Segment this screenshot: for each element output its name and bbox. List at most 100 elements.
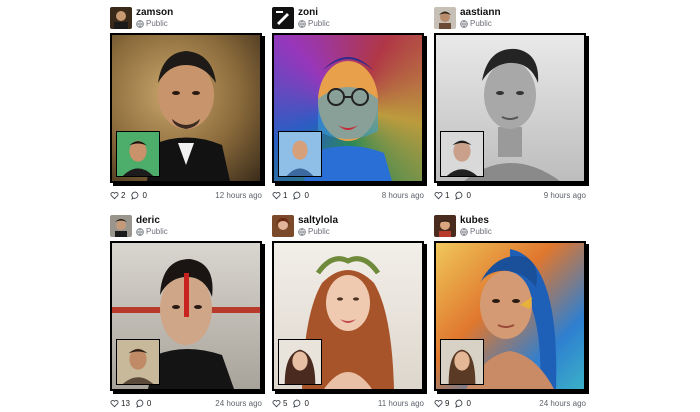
heart-icon bbox=[272, 191, 281, 199]
comment-count: 0 bbox=[304, 190, 309, 200]
like-count: 1 bbox=[283, 190, 288, 200]
post-timestamp: 24 hours ago bbox=[215, 398, 262, 408]
comment-button[interactable]: 0 bbox=[293, 190, 309, 200]
visibility-label: Public bbox=[146, 227, 168, 236]
comment-count: 0 bbox=[146, 398, 152, 408]
username[interactable]: zoni bbox=[298, 8, 330, 18]
post-stats: 1 0 9 hours ago bbox=[434, 186, 586, 204]
comment-button[interactable]: 0 bbox=[293, 398, 309, 408]
heart-icon bbox=[110, 399, 119, 407]
source-photo-thumbnail[interactable] bbox=[440, 131, 484, 177]
visibility-status: Public bbox=[298, 20, 330, 28]
post-stats: 1 0 8 hours ago bbox=[272, 186, 424, 204]
like-button[interactable]: 1 bbox=[272, 191, 287, 200]
visibility-status: Public bbox=[136, 228, 168, 236]
comment-button[interactable]: 0 bbox=[455, 190, 471, 200]
comment-count: 0 bbox=[304, 398, 309, 408]
visibility-label: Public bbox=[146, 19, 168, 28]
visibility-status: Public bbox=[298, 228, 338, 236]
heart-icon bbox=[272, 399, 281, 407]
heart-icon bbox=[434, 399, 443, 407]
username[interactable]: saltylola bbox=[298, 216, 338, 226]
post-card[interactable]: zamson Public 2 0 12 hours ago bbox=[110, 4, 262, 204]
post-timestamp: 11 hours ago bbox=[377, 398, 424, 408]
like-button[interactable]: 2 bbox=[110, 191, 125, 200]
globe-icon bbox=[460, 20, 468, 28]
like-button[interactable]: 1 bbox=[434, 191, 449, 200]
post-grid: zamson Public 2 0 12 hours ago zoni Publ… bbox=[110, 4, 586, 412]
post-timestamp: 12 hours ago bbox=[215, 190, 262, 200]
visibility-label: Public bbox=[470, 19, 492, 28]
username[interactable]: zamson bbox=[136, 8, 173, 18]
post-image[interactable] bbox=[434, 33, 586, 183]
post-card[interactable]: kubes Public 9 0 24 hours ago bbox=[434, 212, 586, 412]
comment-button[interactable]: 0 bbox=[455, 399, 471, 408]
post-author[interactable]: kubes Public bbox=[434, 212, 586, 240]
username[interactable]: aastiann bbox=[460, 8, 501, 18]
post-stats: 13 0 24 hours ago bbox=[110, 394, 262, 412]
post-card[interactable]: saltylola Public 5 0 11 hours ago bbox=[272, 212, 424, 412]
comment-icon bbox=[293, 191, 301, 200]
comment-icon bbox=[136, 399, 144, 408]
source-photo-thumbnail[interactable] bbox=[440, 339, 484, 385]
post-card[interactable]: deric Public 13 0 24 hours ago bbox=[110, 212, 262, 412]
globe-icon bbox=[298, 20, 306, 28]
comment-icon bbox=[131, 191, 139, 200]
avatar[interactable] bbox=[272, 215, 294, 237]
avatar[interactable] bbox=[434, 215, 456, 237]
globe-icon bbox=[460, 228, 468, 236]
comment-count: 0 bbox=[466, 190, 471, 200]
visibility-status: Public bbox=[460, 228, 492, 236]
post-author[interactable]: saltylola Public bbox=[272, 212, 424, 240]
post-stats: 2 0 12 hours ago bbox=[110, 186, 262, 204]
visibility-status: Public bbox=[136, 20, 173, 28]
source-photo-thumbnail[interactable] bbox=[278, 131, 322, 177]
post-author[interactable]: zoni Public bbox=[272, 4, 424, 32]
visibility-label: Public bbox=[308, 19, 330, 28]
source-photo-thumbnail[interactable] bbox=[116, 339, 160, 385]
like-count: 5 bbox=[283, 398, 288, 408]
avatar[interactable] bbox=[110, 215, 132, 237]
like-count: 2 bbox=[121, 190, 126, 200]
post-image[interactable] bbox=[110, 241, 262, 391]
comment-icon bbox=[455, 191, 463, 200]
comment-icon bbox=[293, 399, 301, 408]
post-card[interactable]: aastiann Public 1 0 9 hours ago bbox=[434, 4, 586, 204]
avatar[interactable] bbox=[434, 7, 456, 29]
post-stats: 9 0 24 hours ago bbox=[434, 394, 586, 412]
source-photo-thumbnail[interactable] bbox=[278, 339, 322, 385]
username[interactable]: deric bbox=[136, 216, 168, 226]
heart-icon bbox=[434, 191, 443, 199]
globe-icon bbox=[298, 228, 306, 236]
post-timestamp: 24 hours ago bbox=[539, 398, 586, 408]
like-button[interactable]: 13 bbox=[110, 399, 130, 408]
comment-button[interactable]: 0 bbox=[136, 399, 151, 408]
post-image[interactable] bbox=[434, 241, 586, 391]
post-timestamp: 8 hours ago bbox=[381, 190, 424, 200]
comment-count: 0 bbox=[142, 190, 147, 200]
comment-button[interactable]: 0 bbox=[131, 190, 147, 200]
like-button[interactable]: 9 bbox=[434, 399, 449, 408]
post-card[interactable]: zoni Public 1 0 8 hours ago bbox=[272, 4, 424, 204]
comment-icon bbox=[455, 399, 463, 408]
post-author[interactable]: deric Public bbox=[110, 212, 262, 240]
post-image[interactable] bbox=[272, 241, 424, 391]
avatar[interactable] bbox=[272, 7, 294, 29]
visibility-label: Public bbox=[470, 227, 492, 236]
post-image[interactable] bbox=[272, 33, 424, 183]
post-author[interactable]: aastiann Public bbox=[434, 4, 586, 32]
like-count: 1 bbox=[445, 190, 450, 200]
like-count: 9 bbox=[445, 398, 450, 408]
avatar[interactable] bbox=[110, 7, 132, 29]
heart-icon bbox=[110, 191, 119, 199]
username[interactable]: kubes bbox=[460, 216, 492, 226]
post-author[interactable]: zamson Public bbox=[110, 4, 262, 32]
post-image[interactable] bbox=[110, 33, 262, 183]
like-count: 13 bbox=[121, 398, 130, 408]
like-button[interactable]: 5 bbox=[272, 399, 287, 408]
globe-icon bbox=[136, 20, 144, 28]
visibility-status: Public bbox=[460, 20, 501, 28]
source-photo-thumbnail[interactable] bbox=[116, 131, 160, 177]
globe-icon bbox=[136, 228, 144, 236]
post-timestamp: 9 hours ago bbox=[543, 190, 586, 200]
